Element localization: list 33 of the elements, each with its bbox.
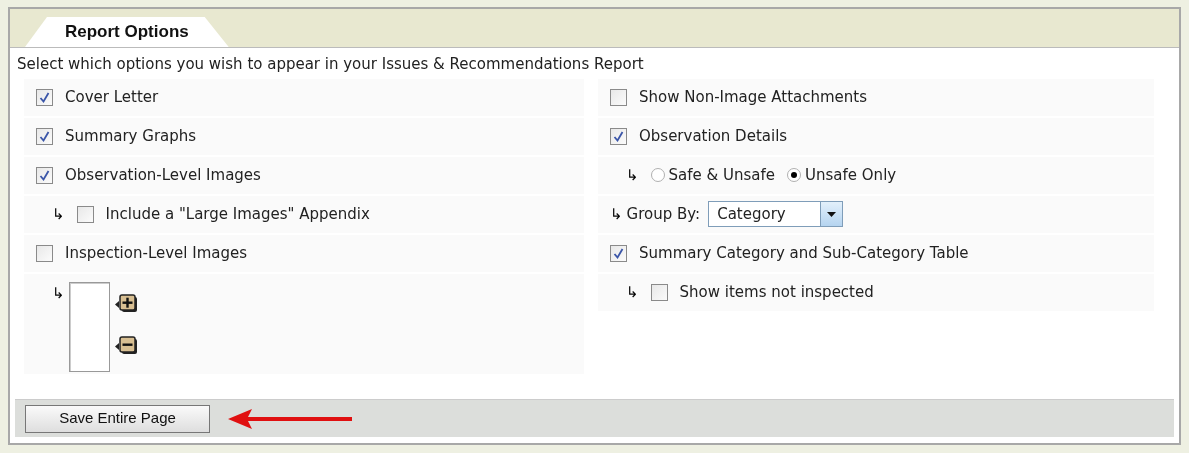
option-label: Summary Graphs — [65, 125, 197, 147]
checkbox[interactable] — [610, 127, 627, 145]
report-options-tab[interactable]: Report Options — [25, 17, 229, 47]
option-label: Group By: — [626, 203, 701, 225]
radio-button[interactable] — [650, 168, 665, 182]
option-label: Unsafe Only — [805, 164, 897, 186]
option-label: Observation Details — [639, 125, 788, 147]
checkbox[interactable] — [76, 205, 94, 223]
checkbox[interactable] — [36, 127, 53, 145]
indent-arrow: ↳ — [626, 281, 639, 303]
option-label: Observation-Level Images — [65, 164, 261, 186]
save-entire-page-button[interactable]: Save Entire Page — [25, 404, 210, 433]
checkbox[interactable] — [36, 244, 53, 262]
radio-button[interactable] — [787, 168, 802, 182]
option-label: Cover Letter — [65, 86, 159, 108]
indent-arrow: ↳ — [52, 203, 65, 225]
option-label: Safe & Unsafe — [668, 164, 776, 186]
checkbox[interactable] — [610, 244, 627, 262]
indent-arrow: ↳ — [626, 164, 639, 186]
checkbox[interactable] — [36, 88, 53, 106]
checkbox[interactable] — [650, 283, 668, 301]
intro-text: Select which options you wish to appear in your Issues & Recommendations Report — [16, 54, 645, 75]
checkbox[interactable] — [610, 88, 627, 106]
indent-arrow: ↳ — [52, 282, 65, 304]
option-label: Show Non-Image Attachments — [639, 86, 868, 108]
dropdown-caret-icon[interactable] — [820, 202, 843, 226]
checkbox[interactable] — [36, 166, 53, 184]
option-label: Summary Category and Sub-Category Table — [639, 242, 969, 264]
option-label: Inspection-Level Images — [65, 242, 248, 264]
option-label: Include a "Large Images" Appendix — [105, 203, 370, 225]
indent-arrow: ↳ — [610, 203, 623, 225]
group-by-dropdown[interactable]: Category — [708, 201, 844, 227]
option-label: Show items not inspected — [679, 281, 874, 303]
